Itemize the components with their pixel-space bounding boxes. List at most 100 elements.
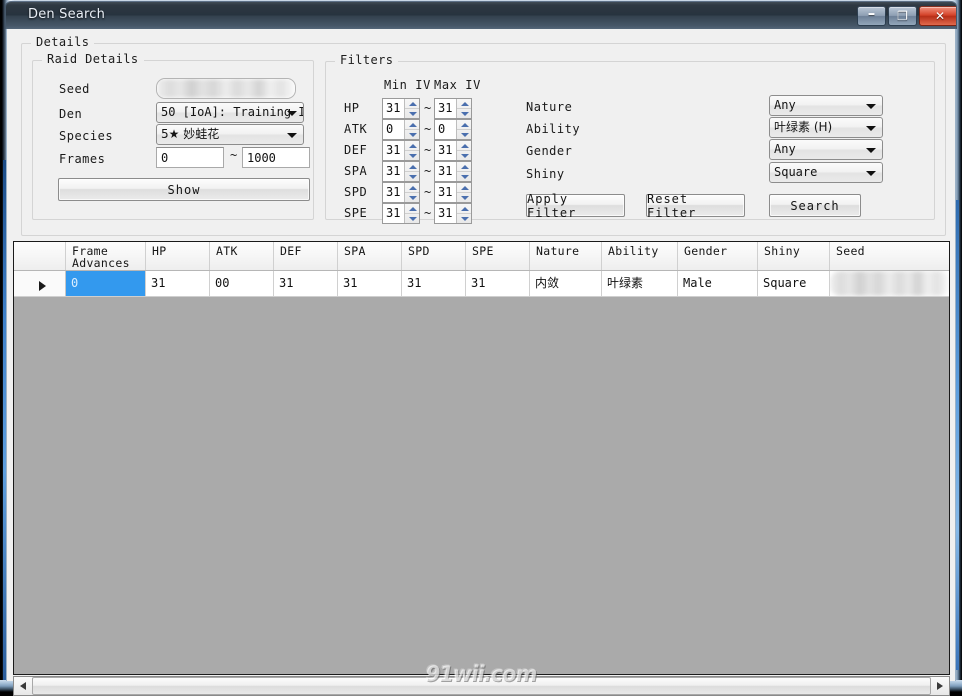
min-iv-spe-stepper[interactable] [404, 204, 419, 223]
cell-atk[interactable]: 00 [210, 271, 274, 296]
min-iv-hp-decrement[interactable] [405, 108, 419, 117]
grid-header-shiny[interactable]: Shiny [758, 242, 830, 270]
min-iv-hp-increment[interactable] [405, 99, 419, 108]
max-iv-def[interactable]: 31 [434, 140, 472, 161]
max-iv-spe-decrement[interactable] [457, 213, 471, 222]
max-iv-spd[interactable]: 31 [434, 182, 472, 203]
max-iv-atk-stepper[interactable] [456, 120, 471, 139]
max-iv-spa[interactable]: 31 [434, 161, 472, 182]
horizontal-scrollbar[interactable] [13, 676, 950, 696]
row-selector-cell[interactable] [14, 271, 66, 296]
min-iv-atk-increment[interactable] [405, 120, 419, 129]
cell-gender[interactable]: Male [678, 271, 758, 296]
den-combobox[interactable]: 50 [IoA]: Training I [156, 102, 304, 123]
search-button[interactable]: Search [769, 194, 861, 217]
max-iv-atk-decrement[interactable] [457, 129, 471, 138]
grid-header-atk[interactable]: ATK [210, 242, 274, 270]
min-iv-def-stepper[interactable] [404, 141, 419, 160]
min-iv-spa-stepper[interactable] [404, 162, 419, 181]
min-iv-spa[interactable]: 31 [382, 161, 420, 182]
cell-nature[interactable]: 内敛 [530, 271, 602, 296]
max-iv-atk-increment[interactable] [457, 120, 471, 129]
min-iv-hp[interactable]: 31 [382, 98, 420, 119]
species-combobox[interactable]: 5★ 妙蛙花 [156, 124, 304, 145]
max-iv-spe-stepper[interactable] [456, 204, 471, 223]
scroll-right-arrow-icon[interactable] [931, 677, 949, 695]
max-iv-spa-decrement[interactable] [457, 171, 471, 180]
apply-filter-button[interactable]: Apply Filter [526, 192, 625, 220]
cell-frame[interactable]: 0 [66, 271, 146, 296]
title-bar[interactable]: Den Search – ❐ ✕ [5, 1, 957, 29]
minimize-button[interactable]: – [857, 6, 886, 26]
min-iv-atk-stepper[interactable] [404, 120, 419, 139]
cell-shiny[interactable]: Square [758, 271, 830, 296]
grid-header-spe[interactable]: SPE [466, 242, 530, 270]
cell-hp[interactable]: 31 [146, 271, 210, 296]
grid-header-gender[interactable]: Gender [678, 242, 758, 270]
max-iv-def-increment[interactable] [457, 141, 471, 150]
scroll-left-arrow-icon[interactable] [14, 677, 32, 695]
maximize-button[interactable]: ❐ [888, 6, 917, 26]
cell-def[interactable]: 31 [274, 271, 338, 296]
max-iv-hp-decrement[interactable] [457, 108, 471, 117]
iv-range-separator-spe: ~ [424, 206, 432, 220]
grid-header-nature[interactable]: Nature [530, 242, 602, 270]
close-button[interactable]: ✕ [919, 6, 956, 26]
min-iv-def[interactable]: 31 [382, 140, 420, 161]
min-iv-atk-decrement[interactable] [405, 129, 419, 138]
grid-header-frame[interactable]: Frame Advances [66, 242, 146, 270]
max-iv-hp-increment[interactable] [457, 99, 471, 108]
cell-spe[interactable]: 31 [466, 271, 530, 296]
max-iv-def-decrement[interactable] [457, 150, 471, 159]
grid-header-def[interactable]: DEF [274, 242, 338, 270]
max-iv-spa-increment[interactable] [457, 162, 471, 171]
nature-combobox[interactable]: Any [769, 95, 883, 116]
min-iv-spd-increment[interactable] [405, 183, 419, 192]
max-iv-spd-stepper[interactable] [456, 183, 471, 202]
ability-combobox[interactable]: 叶绿素 (H) [769, 117, 883, 138]
min-iv-spe-increment[interactable] [405, 204, 419, 213]
max-iv-spe-increment[interactable] [457, 204, 471, 213]
scrollbar-thumb[interactable] [32, 677, 931, 695]
max-iv-spe[interactable]: 31 [434, 203, 472, 224]
min-iv-spa-increment[interactable] [405, 162, 419, 171]
min-iv-hp-stepper[interactable] [404, 99, 419, 118]
min-iv-atk[interactable]: 0 [382, 119, 420, 140]
cell-spa[interactable]: 31 [338, 271, 402, 296]
min-iv-spd-decrement[interactable] [405, 192, 419, 201]
den-label: Den [59, 107, 83, 121]
frames-min-input[interactable]: 0 [156, 147, 224, 168]
results-grid[interactable]: Frame Advances HP ATK DEF SPA SPD SPE Nature Abil… [13, 241, 950, 675]
scrollbar-track[interactable] [32, 677, 931, 695]
seed-input[interactable] [156, 78, 296, 99]
max-iv-hp[interactable]: 31 [434, 98, 472, 119]
min-iv-def-decrement[interactable] [405, 150, 419, 159]
show-button[interactable]: Show [58, 178, 310, 201]
maximize-icon: ❐ [897, 9, 908, 23]
frames-max-input[interactable]: 1000 [242, 147, 310, 168]
cell-ability[interactable]: 叶绿素 [602, 271, 678, 296]
min-iv-spe-decrement[interactable] [405, 213, 419, 222]
min-iv-spd-stepper[interactable] [404, 183, 419, 202]
grid-header-spd[interactable]: SPD [402, 242, 466, 270]
shiny-combobox[interactable]: Square [769, 162, 883, 183]
max-iv-def-stepper[interactable] [456, 141, 471, 160]
max-iv-spa-stepper[interactable] [456, 162, 471, 181]
grid-header-spa[interactable]: SPA [338, 242, 402, 270]
max-iv-atk[interactable]: 0 [434, 119, 472, 140]
grid-header-hp[interactable]: HP [146, 242, 210, 270]
cell-seed[interactable] [830, 271, 949, 296]
min-iv-spa-decrement[interactable] [405, 171, 419, 180]
table-row[interactable]: 0 31 00 31 31 31 31 内敛 叶绿素 Male Square [14, 271, 949, 297]
max-iv-hp-stepper[interactable] [456, 99, 471, 118]
grid-header-ability[interactable]: Ability [602, 242, 678, 270]
max-iv-spd-increment[interactable] [457, 183, 471, 192]
min-iv-def-increment[interactable] [405, 141, 419, 150]
gender-combobox[interactable]: Any [769, 139, 883, 160]
grid-header-seed[interactable]: Seed [830, 242, 949, 270]
min-iv-spd[interactable]: 31 [382, 182, 420, 203]
max-iv-spd-decrement[interactable] [457, 192, 471, 201]
min-iv-spe[interactable]: 31 [382, 203, 420, 224]
cell-spd[interactable]: 31 [402, 271, 466, 296]
reset-filter-button[interactable]: Reset Filter [646, 192, 745, 220]
